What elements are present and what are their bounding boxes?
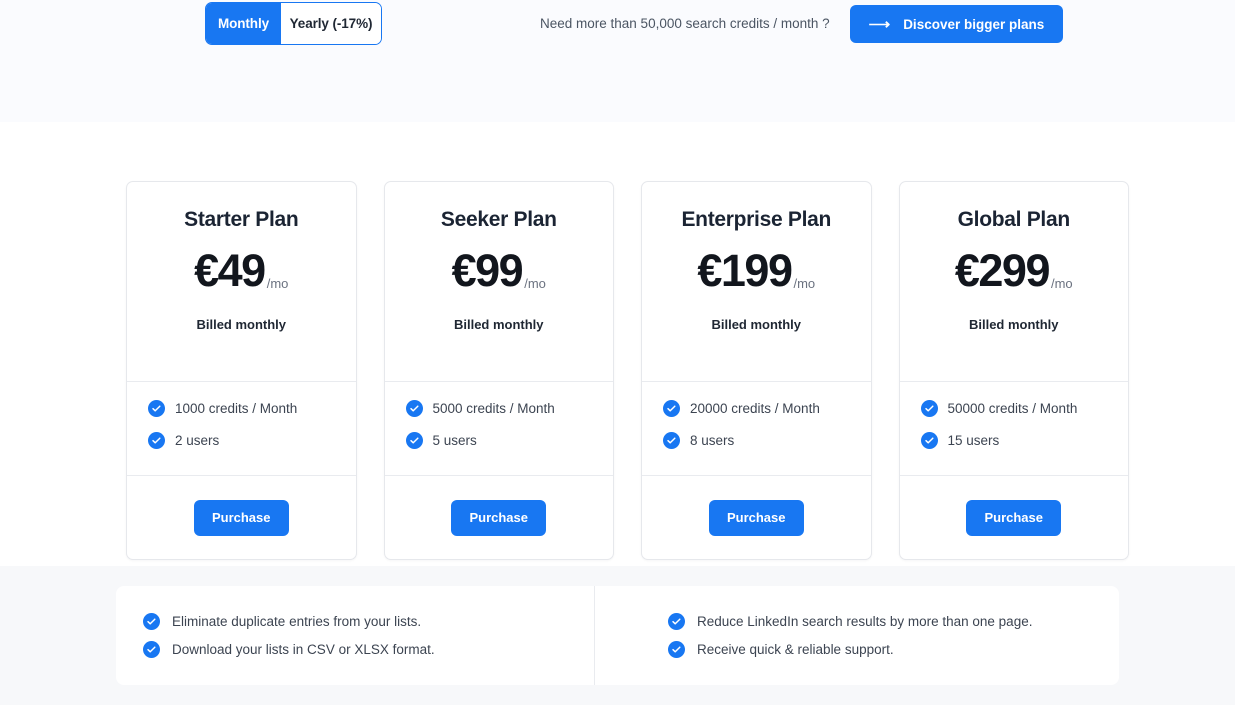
plan-name: Enterprise Plan: [642, 208, 871, 232]
plan-feature-label: 8 users: [690, 433, 734, 448]
benefit-label: Receive quick & reliable support.: [697, 642, 894, 657]
check-circle-icon: [148, 432, 165, 449]
plan-feature-label: 20000 credits / Month: [690, 401, 820, 416]
plan-card-global: Global Plan €299 /mo Billed monthly 5000…: [899, 181, 1130, 560]
plan-price: €299: [955, 248, 1049, 293]
plan-feature-list: 50000 credits / Month 15 users: [900, 381, 1129, 475]
upsell-text: Need more than 50,000 search credits / m…: [540, 5, 830, 43]
plan-footer: Purchase: [900, 475, 1129, 559]
plan-feature-item: 5 users: [406, 432, 614, 449]
check-circle-icon: [668, 613, 685, 630]
plan-header: Seeker Plan €99 /mo Billed monthly: [385, 182, 614, 381]
plan-card-seeker: Seeker Plan €99 /mo Billed monthly 5000 …: [384, 181, 615, 560]
plan-feature-label: 5 users: [433, 433, 477, 448]
plan-feature-label: 50000 credits / Month: [948, 401, 1078, 416]
check-circle-icon: [663, 432, 680, 449]
plan-feature-item: 1000 credits / Month: [148, 400, 356, 417]
purchase-button[interactable]: Purchase: [966, 500, 1061, 536]
pricing-plans: Starter Plan €49 /mo Billed monthly 1000…: [126, 181, 1129, 560]
plan-feature-item: 8 users: [663, 432, 871, 449]
benefits-section: Eliminate duplicate entries from your li…: [0, 566, 1235, 705]
plan-billing-note: Billed monthly: [127, 317, 356, 332]
plan-feature-label: 2 users: [175, 433, 219, 448]
plan-name: Seeker Plan: [385, 208, 614, 232]
plan-price-row: €299 /mo: [900, 248, 1129, 293]
plan-billing-note: Billed monthly: [642, 317, 871, 332]
billing-period-toggle[interactable]: Monthly Yearly (-17%): [205, 2, 382, 45]
plan-feature-list: 20000 credits / Month 8 users: [642, 381, 871, 475]
plan-price-period: /mo: [793, 276, 815, 291]
discover-bigger-plans-button[interactable]: ⟶ Discover bigger plans: [850, 5, 1064, 43]
check-circle-icon: [406, 400, 423, 417]
plan-billing-note: Billed monthly: [900, 317, 1129, 332]
benefit-label: Eliminate duplicate entries from your li…: [172, 614, 421, 629]
plan-name: Global Plan: [900, 208, 1129, 232]
benefit-label: Reduce LinkedIn search results by more t…: [697, 614, 1032, 629]
plan-feature-item: 20000 credits / Month: [663, 400, 871, 417]
check-circle-icon: [148, 400, 165, 417]
benefits-column-left: Eliminate duplicate entries from your li…: [116, 613, 594, 658]
purchase-button[interactable]: Purchase: [194, 500, 289, 536]
plan-price-period: /mo: [267, 276, 289, 291]
plan-price-period: /mo: [524, 276, 546, 291]
plan-footer: Purchase: [642, 475, 871, 559]
benefit-item: Eliminate duplicate entries from your li…: [143, 613, 594, 630]
plan-header: Global Plan €299 /mo Billed monthly: [900, 182, 1129, 381]
check-circle-icon: [921, 400, 938, 417]
plan-footer: Purchase: [127, 475, 356, 559]
plan-price-row: €99 /mo: [385, 248, 614, 293]
plan-billing-note: Billed monthly: [385, 317, 614, 332]
plan-price: €99: [452, 248, 523, 293]
plan-price-row: €199 /mo: [642, 248, 871, 293]
benefit-label: Download your lists in CSV or XLSX forma…: [172, 642, 435, 657]
check-circle-icon: [143, 641, 160, 658]
plan-header: Enterprise Plan €199 /mo Billed monthly: [642, 182, 871, 381]
discover-bigger-plans-label: Discover bigger plans: [903, 17, 1044, 32]
upsell-section: Need more than 50,000 search credits / m…: [540, 5, 1063, 43]
benefits-card: Eliminate duplicate entries from your li…: [116, 586, 1119, 685]
plan-feature-list: 5000 credits / Month 5 users: [385, 381, 614, 475]
plan-price: €49: [194, 248, 265, 293]
plan-feature-item: 2 users: [148, 432, 356, 449]
benefit-item: Reduce LinkedIn search results by more t…: [668, 613, 1119, 630]
plan-feature-label: 15 users: [948, 433, 1000, 448]
check-circle-icon: [663, 400, 680, 417]
plan-card-enterprise: Enterprise Plan €199 /mo Billed monthly …: [641, 181, 872, 560]
plan-header: Starter Plan €49 /mo Billed monthly: [127, 182, 356, 381]
billing-toggle-monthly[interactable]: Monthly: [206, 3, 281, 44]
billing-toggle-yearly[interactable]: Yearly (-17%): [281, 3, 381, 44]
plan-price-period: /mo: [1051, 276, 1073, 291]
check-circle-icon: [668, 641, 685, 658]
check-circle-icon: [921, 432, 938, 449]
purchase-button[interactable]: Purchase: [451, 500, 546, 536]
plan-feature-label: 1000 credits / Month: [175, 401, 297, 416]
plan-feature-item: 50000 credits / Month: [921, 400, 1129, 417]
plan-footer: Purchase: [385, 475, 614, 559]
arrow-right-icon: ⟶: [869, 17, 891, 32]
plan-price-row: €49 /mo: [127, 248, 356, 293]
purchase-button[interactable]: Purchase: [709, 500, 804, 536]
plan-name: Starter Plan: [127, 208, 356, 232]
plan-feature-item: 5000 credits / Month: [406, 400, 614, 417]
plan-feature-item: 15 users: [921, 432, 1129, 449]
benefit-item: Receive quick & reliable support.: [668, 641, 1119, 658]
benefits-column-right: Reduce LinkedIn search results by more t…: [594, 586, 1119, 685]
check-circle-icon: [406, 432, 423, 449]
plan-feature-label: 5000 credits / Month: [433, 401, 555, 416]
plan-feature-list: 1000 credits / Month 2 users: [127, 381, 356, 475]
plan-price: €199: [697, 248, 791, 293]
benefit-item: Download your lists in CSV or XLSX forma…: [143, 641, 594, 658]
check-circle-icon: [143, 613, 160, 630]
plan-card-starter: Starter Plan €49 /mo Billed monthly 1000…: [126, 181, 357, 560]
